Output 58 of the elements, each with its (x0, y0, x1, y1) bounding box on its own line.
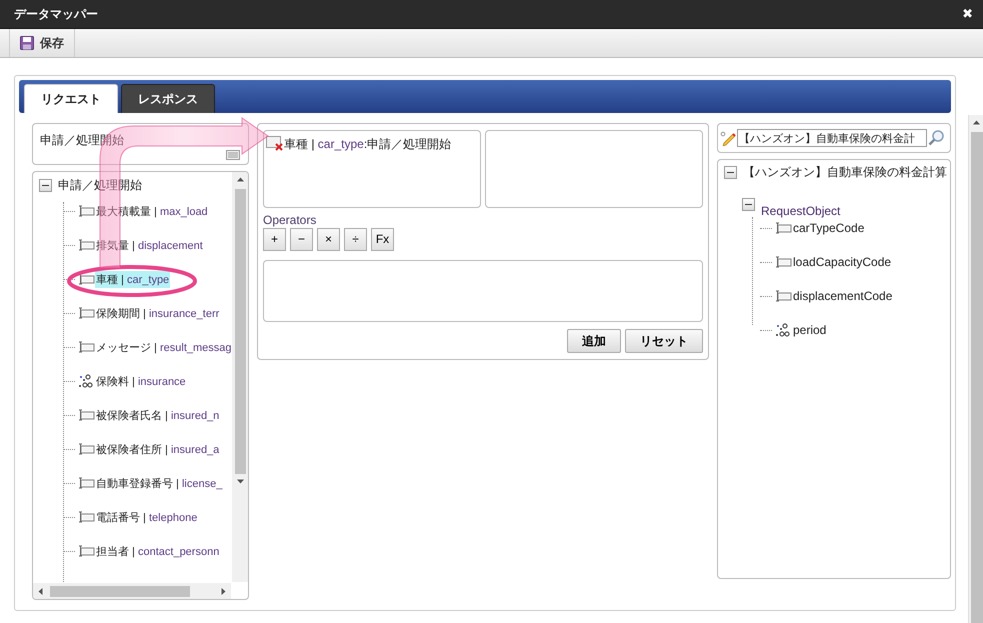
page-scrollbar[interactable] (968, 115, 983, 623)
text-field-icon (77, 238, 95, 252)
operator-button[interactable]: Fx (371, 228, 394, 250)
text-field-icon (774, 289, 792, 303)
window-title: データマッパー (14, 6, 98, 22)
collapse-toggle[interactable] (724, 166, 737, 178)
text-field-icon (77, 272, 95, 286)
decimal-number-icon (774, 323, 792, 337)
tab[interactable]: リクエスト (24, 84, 118, 113)
source-drop-area[interactable]: 車種 | car_type:申請／処理開始 (263, 130, 481, 208)
text-field-icon (77, 204, 95, 218)
operator-button[interactable]: ÷ (344, 228, 367, 250)
horizontal-scrollbar[interactable] (33, 583, 231, 599)
mapped-item: 車種 | car_type:申請／処理開始 (284, 136, 452, 153)
tree-item[interactable]: 保険期間 | insurance_terr (95, 304, 220, 322)
collapse-toggle[interactable] (742, 198, 755, 210)
tree-node[interactable]: RequestObject (761, 204, 840, 218)
vertical-scrollbar[interactable] (232, 172, 248, 582)
action-button[interactable]: リセット (625, 329, 703, 353)
collapse-toggle[interactable] (39, 178, 52, 192)
operators-label: Operators (263, 212, 318, 226)
tree-item[interactable]: carTypeCode (792, 220, 866, 236)
tree-item[interactable]: 保険料 | insurance (95, 372, 187, 390)
text-field-icon (77, 442, 95, 456)
text-field-icon (774, 221, 792, 235)
tree-item[interactable]: 被保険者住所 | insured_a (95, 440, 220, 458)
decimal-number-icon (77, 374, 95, 388)
operator-button[interactable]: − (290, 228, 313, 250)
tree-item[interactable]: period (792, 322, 828, 338)
tree-item[interactable]: 担当者 | contact_personn (95, 542, 220, 560)
tree-item[interactable]: displacementCode (792, 288, 894, 304)
text-field-icon (77, 510, 95, 524)
tree-item[interactable]: 自動車登録番号 | license_ (95, 474, 224, 492)
tree-item[interactable]: メッセージ | result_messag (95, 338, 231, 356)
action-button[interactable]: 追加 (567, 329, 621, 353)
text-field-icon (77, 544, 95, 558)
operator-button[interactable]: + (263, 228, 286, 250)
text-field-icon (77, 340, 95, 354)
close-button[interactable]: ✖ (962, 6, 973, 22)
save-button[interactable]: 保存 (9, 29, 75, 57)
tab[interactable]: レスポンス (121, 84, 215, 113)
tree-item[interactable]: 車種 | car_type (95, 270, 170, 288)
operator-button[interactable]: × (317, 228, 340, 250)
tree-item[interactable]: 被保険者氏名 | insured_n (95, 406, 220, 424)
tree-item[interactable]: 電話番号 | telephone (95, 508, 198, 526)
search-field[interactable]: 【ハンズオン】自動車保険の料金計 (737, 129, 927, 147)
remove-field-icon[interactable] (266, 135, 284, 151)
tree-item[interactable]: loadCapacityCode (792, 254, 892, 270)
pencil-icon[interactable] (720, 130, 736, 146)
text-field-icon (77, 408, 95, 422)
text-field-icon (77, 306, 95, 320)
tree-node[interactable]: 【ハンズオン】自動車保険の料金計算 (743, 164, 947, 180)
expression-field[interactable] (263, 260, 703, 322)
text-field-icon (774, 255, 792, 269)
text-field-icon (77, 476, 95, 490)
search-icon[interactable] (928, 129, 946, 147)
list-icon[interactable] (226, 150, 240, 160)
source-selector[interactable]: 申請／処理開始 (32, 123, 249, 165)
